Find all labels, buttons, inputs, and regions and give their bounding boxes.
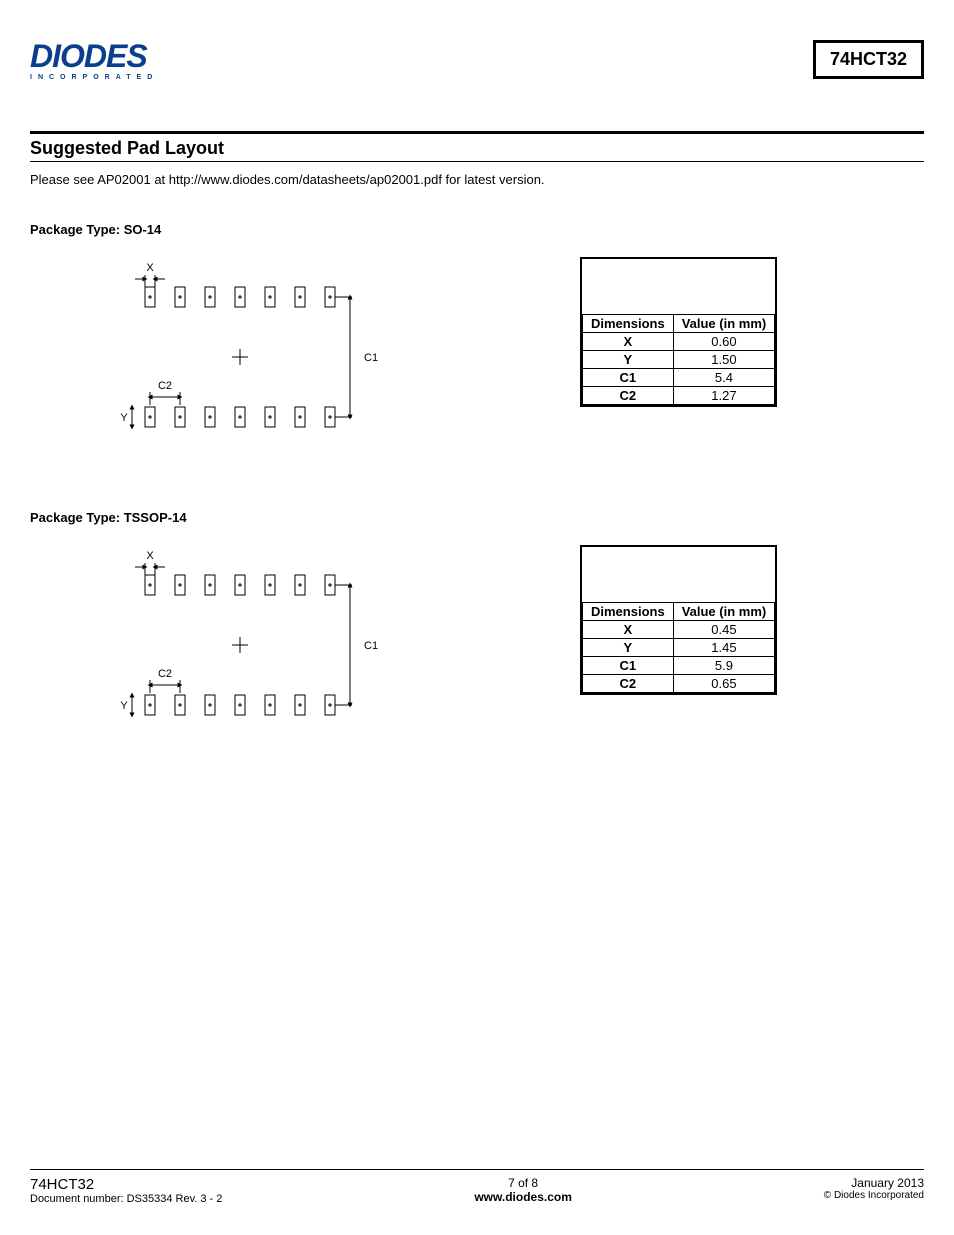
dim-label-y: Y — [120, 700, 128, 712]
table-row: X0.60 — [583, 333, 775, 351]
pad-layout-diagram: X Y C1 C2 — [120, 257, 460, 450]
footer-url: www.diodes.com — [474, 1190, 572, 1204]
package-label: Package Type: TSSOP-14 — [30, 510, 924, 525]
table-row: C15.9 — [583, 657, 775, 675]
intro-text: Please see AP02001 at http://www.diodes.… — [30, 172, 924, 187]
pad-layout-diagram: X Y C1 C2 — [120, 545, 460, 738]
dim-label-c1: C1 — [364, 352, 378, 364]
divider — [30, 161, 924, 162]
dim-label-y: Y — [120, 412, 128, 424]
dim-label-x: X — [146, 550, 154, 562]
footer-copyright: © Diodes Incorporated — [824, 1190, 924, 1201]
table-header: Value (in mm) — [673, 603, 775, 621]
logo: DIODES INCORPORATED — [30, 40, 190, 81]
dimensions-table: Dimensions Value (in mm) X0.45 Y1.45 C15… — [580, 545, 777, 695]
dim-label-c2: C2 — [158, 668, 172, 680]
table-header: Dimensions — [583, 315, 674, 333]
footer-doc-number: Document number: DS35334 Rev. 3 - 2 — [30, 1193, 222, 1205]
dimensions-table: Dimensions Value (in mm) X0.60 Y1.50 C15… — [580, 257, 777, 407]
table-row: Dimensions Value (in mm) — [583, 603, 775, 621]
table-header: Value (in mm) — [673, 315, 775, 333]
footer-left: 74HCT32 Document number: DS35334 Rev. 3 … — [30, 1176, 222, 1205]
dim-label-c1: C1 — [364, 640, 378, 652]
footer-part-number: 74HCT32 — [30, 1176, 222, 1193]
divider — [30, 1169, 924, 1170]
dim-label-x: X — [146, 262, 154, 274]
footer-right: January 2013 © Diodes Incorporated — [824, 1176, 924, 1201]
logo-text: DIODES — [30, 40, 190, 72]
part-number-box: 74HCT32 — [813, 40, 924, 79]
table-row: X0.45 — [583, 621, 775, 639]
table-row: C20.65 — [583, 675, 775, 693]
divider — [30, 131, 924, 134]
table-row: Y1.50 — [583, 351, 775, 369]
package-block: X Y C1 C2 Dimensions Value (in mm) X0.45… — [30, 545, 924, 738]
footer-center: 7 of 8 www.diodes.com — [474, 1176, 572, 1204]
table-row: C15.4 — [583, 369, 775, 387]
dim-label-c2: C2 — [158, 380, 172, 392]
logo-subtext: INCORPORATED — [30, 74, 190, 81]
pad-diagram-svg: X Y C1 C2 — [120, 545, 380, 735]
table-row: C21.27 — [583, 387, 775, 405]
footer-date: January 2013 — [824, 1176, 924, 1190]
pad-diagram-svg: X Y C1 C2 — [120, 257, 380, 447]
package-block: X Y C1 C2 Dimensions Value (in mm) X0.60… — [30, 257, 924, 450]
section-title: Suggested Pad Layout — [30, 138, 924, 159]
footer-page: 7 of 8 — [474, 1176, 572, 1190]
footer: 74HCT32 Document number: DS35334 Rev. 3 … — [30, 1169, 924, 1205]
table-row: Y1.45 — [583, 639, 775, 657]
package-label: Package Type: SO-14 — [30, 222, 924, 237]
header: DIODES INCORPORATED 74HCT32 — [30, 40, 924, 81]
table-header: Dimensions — [583, 603, 674, 621]
table-row: Dimensions Value (in mm) — [583, 315, 775, 333]
